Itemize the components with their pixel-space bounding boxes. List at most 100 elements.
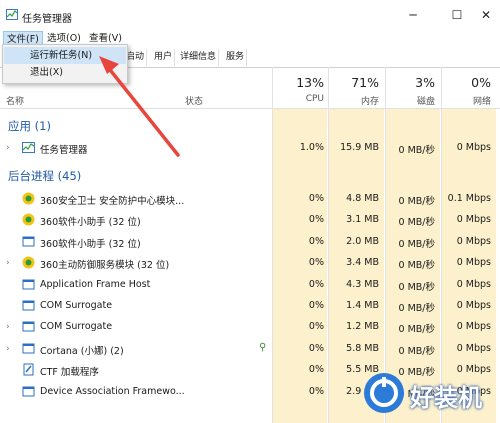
process-mem: 5.8 MB (346, 342, 379, 354)
process-mem: 4.3 MB (346, 278, 379, 290)
process-disk: 0 MB/秒 (398, 217, 435, 229)
process-cpu: 1.0% (299, 142, 324, 153)
process-cpu: 0% (308, 342, 324, 354)
process-row[interactable]: › COM Surrogate 0% 1.2 MB 0 MB/秒 0 Mbps (0, 317, 500, 338)
disk-usage-percent[interactable]: 3% (415, 75, 435, 90)
cpu-usage-percent[interactable]: 13% (296, 75, 324, 90)
process-cpu: 0% (308, 193, 324, 204)
process-cpu: 0% (308, 214, 324, 226)
360-icon (22, 192, 35, 205)
process-name: 任务管理器 (40, 145, 88, 156)
exit-menu-item[interactable]: 退出(X) (4, 64, 126, 81)
process-net: 0 Mbps (456, 235, 491, 247)
process-name: Device Association Framewo... (40, 385, 185, 397)
process-cpu: 0% (308, 364, 324, 376)
process-net: 0 Mbps (456, 257, 491, 269)
app-window-icon (22, 299, 35, 312)
process-net: 0 Mbps (456, 321, 491, 333)
process-mem: 4.8 MB (346, 193, 379, 204)
process-mem: 15.9 MB (340, 142, 379, 153)
process-disk: 0 MB/秒 (398, 260, 435, 272)
process-disk: 0 MB/秒 (398, 303, 435, 314)
watermark-text: 好装机 (410, 384, 482, 412)
process-row[interactable]: Application Frame Host 0% 4.3 MB 0 MB/秒 0 Mb… (0, 275, 500, 296)
memory-column-header[interactable]: 内存 (361, 94, 379, 107)
process-mem: 1.2 MB (346, 321, 379, 333)
process-net: 0 Mbps (456, 300, 491, 311)
process-cpu: 0% (308, 257, 324, 269)
process-cpu: 0% (308, 321, 324, 333)
process-cpu: 0% (308, 235, 324, 247)
process-disk: 0 MB/秒 (398, 345, 435, 357)
process-cpu: 0% (308, 300, 324, 311)
process-name: 360主动防御服务模块 (32 位) (40, 260, 170, 272)
process-cpu: 0% (308, 385, 324, 397)
process-disk: 0 MB/秒 (398, 281, 435, 293)
watermark-logo: 好装机 (360, 368, 500, 418)
network-usage-percent[interactable]: 0% (471, 75, 491, 90)
background-section-title: 后台进程 (45) (8, 169, 82, 183)
tab-services[interactable]: 服务 (224, 49, 248, 66)
process-net: 0 Mbps (456, 142, 491, 153)
process-name: 360软件小助手 (32 位) (40, 238, 141, 250)
window-title: 任务管理器 (22, 14, 72, 25)
process-net: 0.1 Mbps (447, 193, 491, 204)
process-mem: 3.4 MB (346, 257, 379, 269)
app-window-icon (22, 342, 35, 355)
app-window-icon (22, 278, 35, 291)
disk-column-header[interactable]: 磁盘 (417, 94, 435, 107)
file-menu-dropdown: 运行新任务(N) 退出(X) (2, 44, 128, 84)
run-new-task-menu-item[interactable]: 运行新任务(N) (4, 47, 126, 64)
process-mem: 1.4 MB (346, 300, 379, 311)
process-name: CTF 加载程序 (40, 367, 99, 379)
process-row[interactable]: 360安全卫士 安全防护中心模块... 0% 4.8 MB 0 MB/秒 0.1 Mbp… (0, 189, 500, 210)
leaf-icon: ⚲ (259, 341, 267, 353)
title-bar: 任务管理器 ─ ☐ ✕ (0, 0, 500, 30)
process-disk: 0 MB/秒 (398, 196, 435, 207)
process-name: 360安全卫士 安全防护中心模块... (40, 196, 185, 207)
process-mem: 2.0 MB (346, 235, 379, 247)
process-net: 0 Mbps (456, 278, 491, 290)
minimize-button[interactable]: ─ (403, 7, 423, 23)
process-net: 0 Mbps (456, 342, 491, 354)
close-button[interactable]: ✕ (476, 7, 496, 23)
app-window-icon (22, 320, 35, 333)
process-row[interactable]: 360软件小助手 (32 位) 0% 2.0 MB 0 MB/秒 0 Mbps (0, 232, 500, 253)
process-row[interactable]: › Cortana (小娜) (2) ⚲ 0% 5.8 MB 0 MB/秒 0 Mbps (0, 339, 500, 360)
maximize-button[interactable]: ☐ (447, 7, 467, 23)
name-column-header[interactable]: 名称 (6, 94, 24, 107)
task-manager-icon (22, 141, 35, 154)
process-row[interactable]: › 任务管理器 1.0% 15.9 MB 0 MB/秒 0 Mbps (0, 138, 500, 159)
expand-chevron-icon[interactable]: › (6, 143, 10, 153)
process-name: 360软件小助手 (32 位) (40, 217, 141, 229)
expand-chevron-icon[interactable]: › (6, 258, 10, 268)
process-name: COM Surrogate (40, 300, 113, 311)
apps-section-title: 应用 (1) (8, 119, 51, 133)
network-column-header[interactable]: 网络 (473, 94, 491, 107)
memory-usage-percent[interactable]: 71% (351, 75, 379, 90)
360-icon (22, 213, 35, 226)
process-row[interactable]: 360软件小助手 (32 位) 0% 3.1 MB 0 MB/秒 0 Mbps (0, 210, 500, 231)
process-cpu: 0% (308, 278, 324, 290)
360-icon (22, 256, 35, 269)
process-row[interactable]: COM Surrogate 0% 1.4 MB 0 MB/秒 0 Mbps (0, 296, 500, 317)
status-column-header[interactable]: 状态 (185, 94, 203, 107)
process-row[interactable]: › 360主动防御服务模块 (32 位) 0% 3.4 MB 0 MB/秒 0 Mbps (0, 253, 500, 274)
process-name: Application Frame Host (40, 278, 151, 290)
app-window-icon (22, 385, 35, 398)
watermark-icon (364, 373, 404, 413)
window-icon (22, 235, 35, 248)
process-mem: 3.1 MB (346, 214, 379, 226)
tab-details[interactable]: 详细信息 (178, 49, 220, 66)
task-manager-icon (6, 9, 18, 20)
cpu-column-header[interactable]: CPU (306, 94, 324, 104)
process-name: COM Surrogate (40, 321, 113, 333)
ctf-icon (22, 363, 35, 376)
process-net: 0 Mbps (456, 214, 491, 226)
expand-chevron-icon[interactable]: › (6, 322, 10, 332)
process-disk: 0 MB/秒 (398, 324, 435, 336)
expand-chevron-icon[interactable]: › (6, 344, 10, 354)
process-name: Cortana (小娜) (2) (40, 345, 124, 357)
process-disk: 0 MB/秒 (398, 238, 435, 250)
tab-users[interactable]: 用户 (152, 49, 176, 66)
